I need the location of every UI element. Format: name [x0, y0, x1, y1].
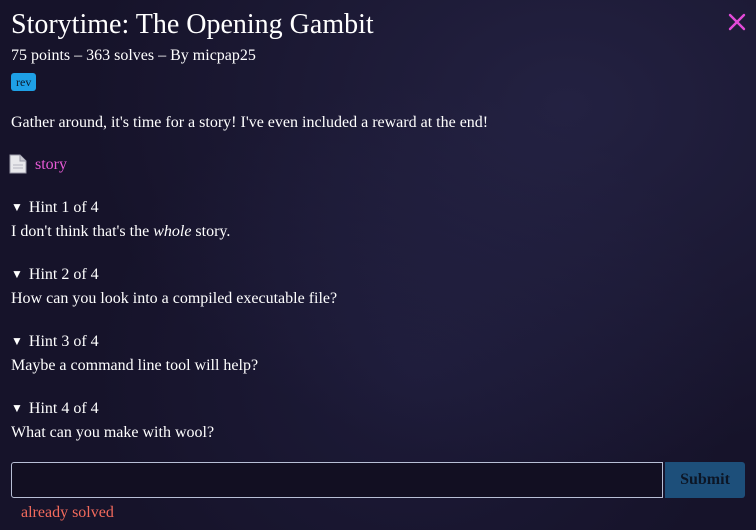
triangle-down-icon: ▼: [11, 200, 23, 214]
author-label: By micpap25: [170, 47, 256, 64]
meta-separator: –: [74, 47, 87, 64]
hint-4-text: What can you make with wool?: [11, 424, 215, 441]
category-tag: rev: [11, 73, 37, 91]
hint-4-toggle[interactable]: ▼ Hint 4 of 4: [11, 398, 99, 419]
flag-input[interactable]: [11, 462, 663, 498]
meta-separator: –: [158, 47, 171, 64]
hint-1-summary: Hint 1 of 4: [28, 199, 99, 216]
triangle-down-icon: ▼: [11, 401, 23, 415]
hint-4-summary: Hint 4 of 4: [28, 400, 99, 417]
file-download-link[interactable]: story: [35, 155, 67, 175]
challenge-modal: Storytime: The Opening Gambit 75 points …: [0, 0, 756, 530]
triangle-down-icon: ▼: [11, 334, 23, 348]
solve-status: already solved: [21, 504, 114, 521]
hint-3-toggle[interactable]: ▼ Hint 3 of 4: [11, 331, 99, 352]
points-value: 75 points: [11, 47, 71, 64]
hint-2-toggle[interactable]: ▼ Hint 2 of 4: [11, 264, 99, 285]
hint-3-summary: Hint 3 of 4: [28, 333, 99, 350]
challenge-title: Storytime: The Opening Gambit: [11, 9, 374, 40]
hint-2-summary: Hint 2 of 4: [28, 266, 99, 283]
hint-1-text-emphasis: whole: [153, 223, 192, 240]
submit-button[interactable]: Submit: [665, 462, 745, 498]
hint-1-toggle[interactable]: ▼ Hint 1 of 4: [11, 197, 99, 218]
close-icon[interactable]: [727, 12, 747, 32]
hint-2-text: How can you look into a compiled executa…: [11, 290, 338, 307]
hint-1-text-part: story.: [191, 223, 231, 240]
hint-3-text: Maybe a command line tool will help?: [11, 357, 259, 374]
challenge-meta: 75 points – 363 solves – By micpap25: [11, 46, 256, 66]
challenge-description: Gather around, it's time for a story! I'…: [11, 114, 489, 131]
hint-1-text: I don't think that's the whole story.: [11, 222, 230, 242]
triangle-down-icon: ▼: [11, 267, 23, 281]
hint-1-text-part: I don't think that's the: [11, 223, 154, 240]
solves-count: 363 solves: [86, 47, 155, 64]
file-icon: [9, 154, 27, 174]
